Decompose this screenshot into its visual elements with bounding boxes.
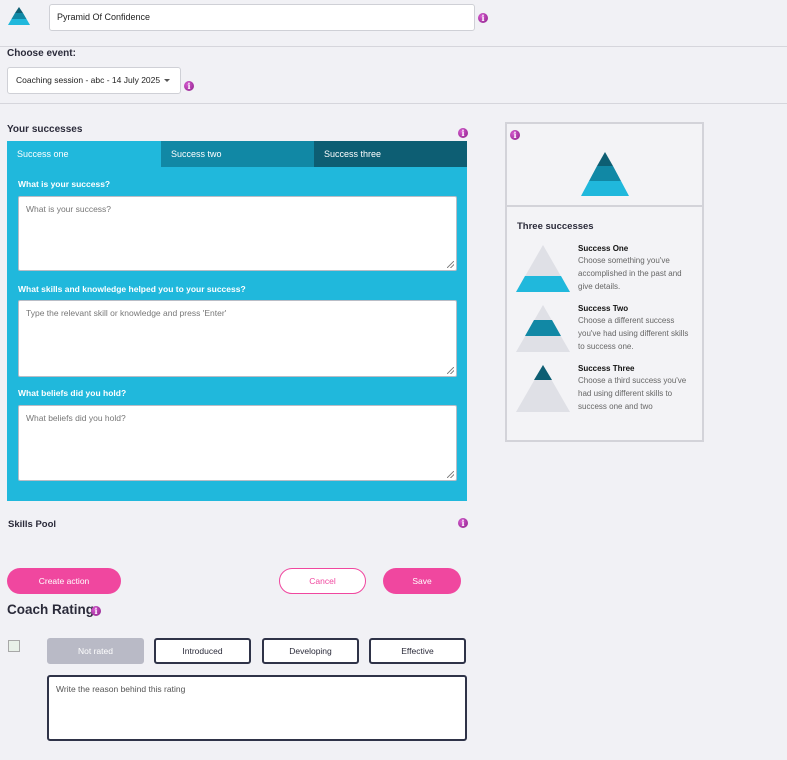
skills-placeholder: Type the relevant skill or knowledge and… <box>26 308 227 318</box>
side-info-icon[interactable]: i <box>510 130 520 140</box>
rating-reason-textarea[interactable]: Write the reason behind this rating <box>47 675 467 741</box>
success-three-title: Success Three <box>578 364 635 373</box>
pyramid-base-icon <box>516 245 570 292</box>
successes-info-icon[interactable]: i <box>458 128 468 138</box>
side-panel-header: i <box>507 124 702 207</box>
success-panel: What is your success? What is your succe… <box>7 167 467 501</box>
divider <box>0 46 787 47</box>
success-two-title: Success Two <box>578 304 629 313</box>
skills-question-label: What skills and knowledge helped you to … <box>18 284 246 294</box>
rating-not-rated[interactable]: Not rated <box>47 638 144 664</box>
three-successes-panel: i Three successes Success One Choose som… <box>505 122 704 442</box>
coach-rating-title: Coach Rating <box>7 602 95 617</box>
tab-success-two[interactable]: Success two <box>161 141 314 167</box>
save-button[interactable]: Save <box>383 568 461 594</box>
side-title: Three successes <box>517 221 594 232</box>
event-info-icon[interactable]: i <box>184 81 194 91</box>
success-two-desc: Choose a different success you've had us… <box>578 316 689 351</box>
rating-developing[interactable]: Developing <box>262 638 359 664</box>
skills-pool-label: Skills Pool <box>8 519 57 530</box>
resize-handle-icon[interactable] <box>447 367 454 374</box>
pyramid-middle-icon <box>516 305 570 352</box>
success-three-info: Success Three Choose a third success you… <box>578 364 696 413</box>
success-three-desc: Choose a third success you've had using … <box>578 376 687 411</box>
create-action-button[interactable]: Create action <box>7 568 121 594</box>
success-two-info: Success Two Choose a different success y… <box>578 304 696 353</box>
success-placeholder: What is your success? <box>26 204 112 214</box>
rating-reason-placeholder: Write the reason behind this rating <box>56 684 186 694</box>
success-one-title: Success One <box>578 244 629 253</box>
success-question-label: What is your success? <box>18 179 111 189</box>
chevron-down-icon <box>164 79 171 83</box>
skills-pool-info-icon[interactable]: i <box>458 518 468 528</box>
cancel-button[interactable]: Cancel <box>279 568 366 594</box>
info-icon[interactable]: i <box>478 13 488 23</box>
event-select[interactable]: Coaching session - abc - 14 July 2025 <box>7 67 181 94</box>
rating-effective[interactable]: Effective <box>369 638 466 664</box>
avatar <box>8 640 20 652</box>
pyramid-illustration-icon <box>581 152 629 196</box>
pyramid-top-icon <box>516 365 570 412</box>
beliefs-question-label: What beliefs did you hold? <box>18 388 127 398</box>
success-one-info: Success One Choose something you've acco… <box>578 244 696 293</box>
beliefs-textarea[interactable]: What beliefs did you hold? <box>18 405 457 481</box>
resize-handle-icon[interactable] <box>447 261 454 268</box>
event-select-value: Coaching session - abc - 14 July 2025 <box>16 75 161 85</box>
success-tabs: Success one Success two Success three <box>7 141 467 167</box>
rating-introduced[interactable]: Introduced <box>154 638 251 664</box>
resize-handle-icon[interactable] <box>447 471 454 478</box>
divider <box>0 103 787 104</box>
choose-event-label: Choose event: <box>7 48 76 59</box>
skills-textarea[interactable]: Type the relevant skill or knowledge and… <box>18 300 457 377</box>
success-textarea[interactable]: What is your success? <box>18 196 457 271</box>
pyramid-logo-icon <box>8 7 30 25</box>
tab-success-three[interactable]: Success three <box>314 141 467 167</box>
beliefs-placeholder: What beliefs did you hold? <box>26 413 126 423</box>
coach-info-icon[interactable]: i <box>91 606 101 616</box>
successes-heading: Your successes <box>7 124 83 135</box>
success-one-desc: Choose something you've accomplished in … <box>578 256 682 291</box>
title-input[interactable]: Pyramid Of Confidence <box>49 4 475 31</box>
tab-success-one[interactable]: Success one <box>7 141 161 167</box>
